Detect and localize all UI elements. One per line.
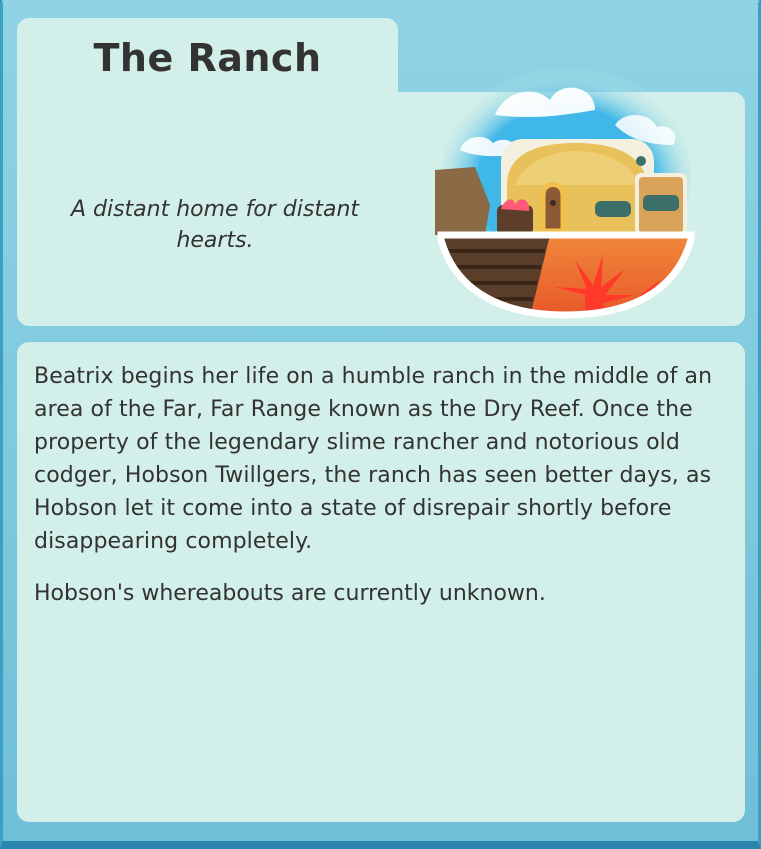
description-paragraph: Beatrix begins her life on a humble ranc… — [34, 364, 713, 554]
ground-area — [441, 235, 691, 315]
page-subtitle: A distant home for distant hearts. — [70, 197, 360, 253]
description-paragraph: Hobson's whereabouts are currently unkno… — [34, 581, 546, 606]
page-title: The Ranch — [93, 36, 322, 80]
ranch-scene-icon — [435, 65, 695, 319]
